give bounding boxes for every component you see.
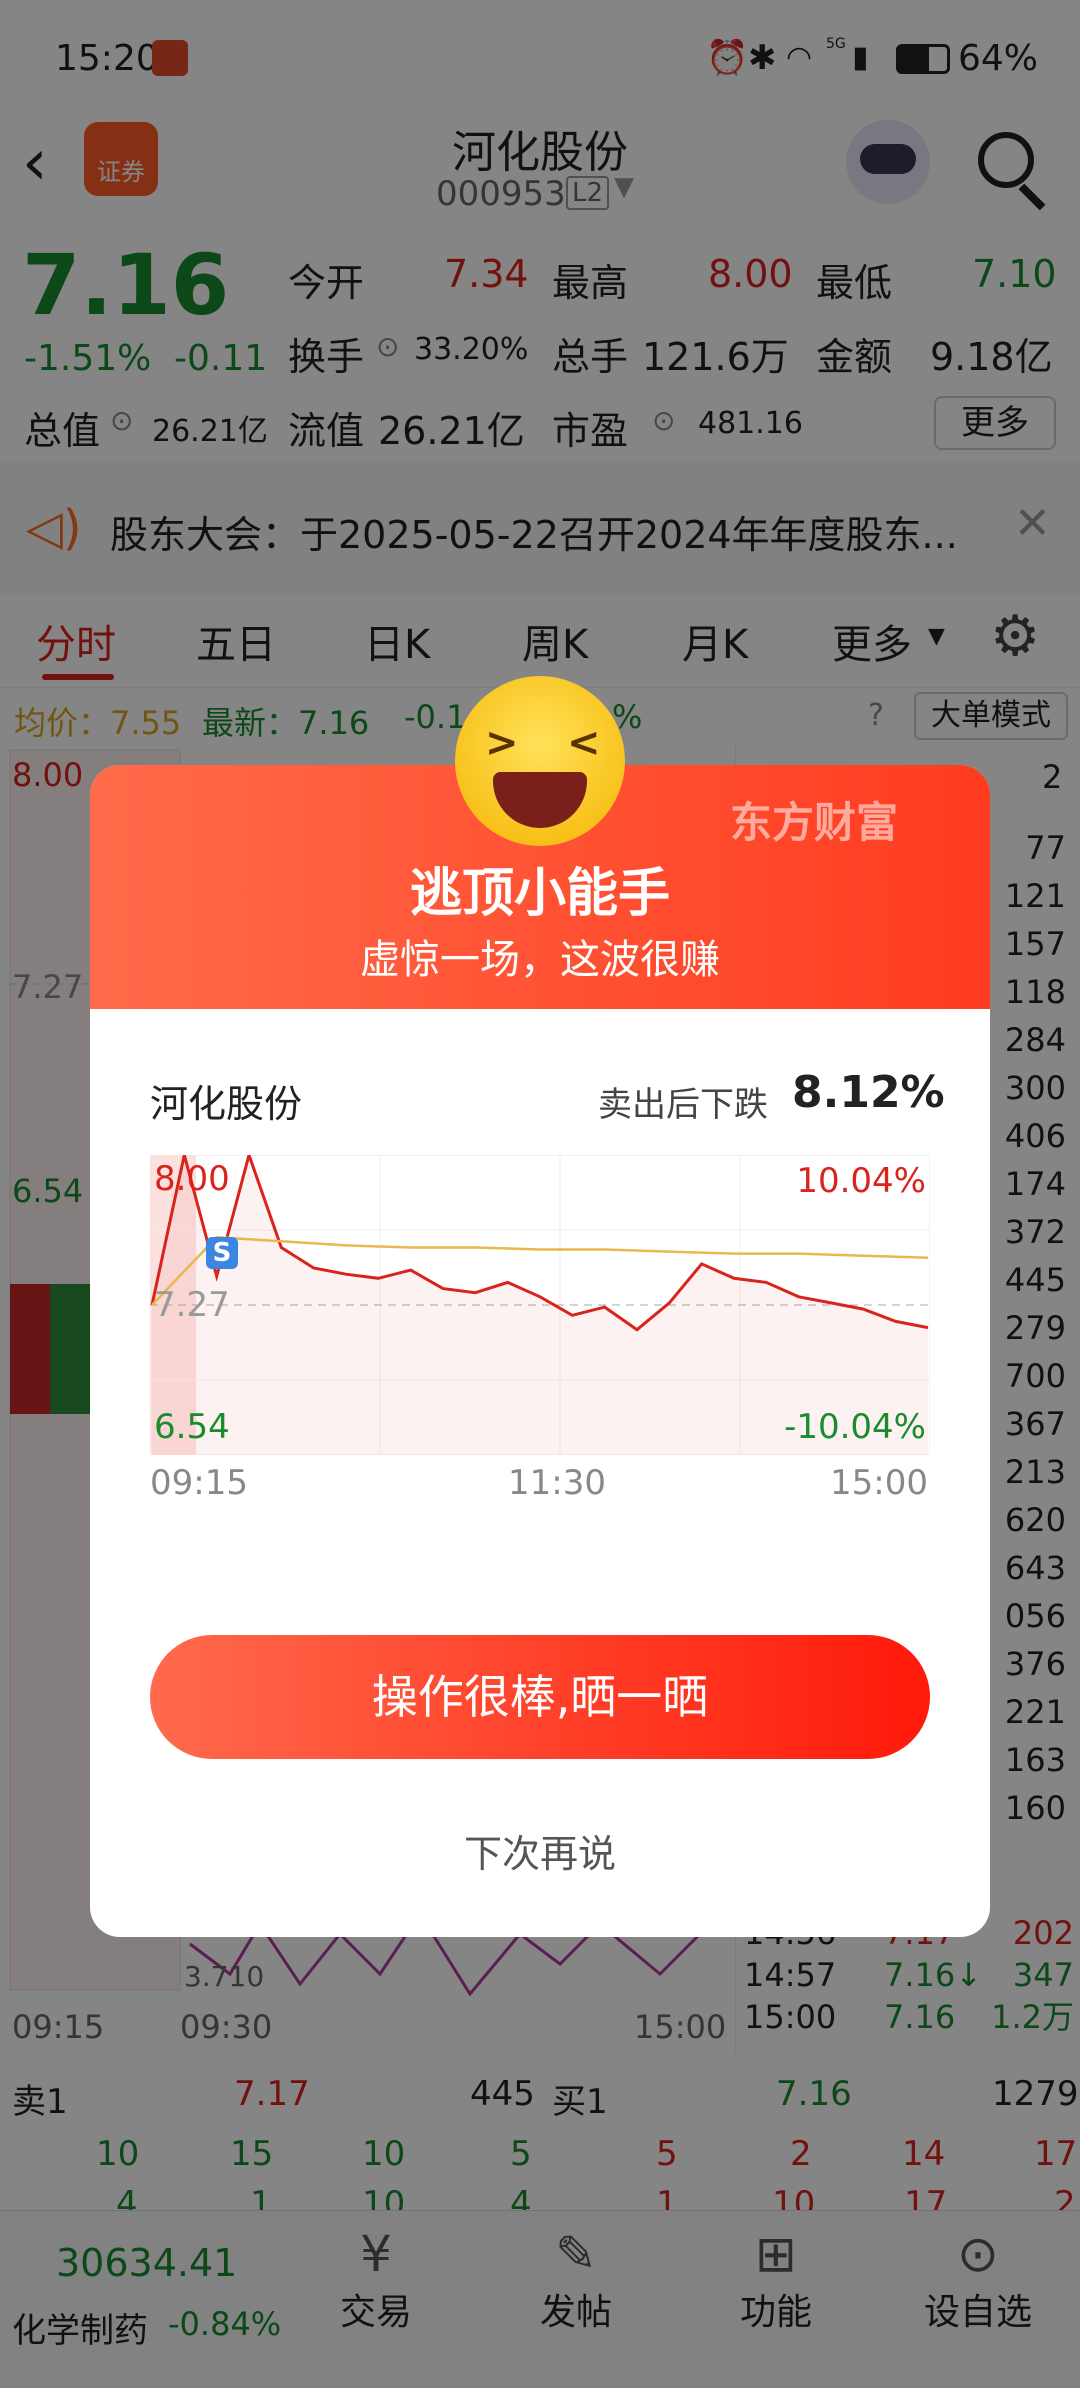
modal-title: 逃顶小能手: [409, 864, 670, 924]
share-button[interactable]: 操作很棒,晒一晒: [150, 1635, 930, 1759]
chart-time-end: 15:00: [830, 1463, 928, 1503]
chart-bottom-left: 6.54: [154, 1407, 230, 1447]
modal-chart: 8.00 7.27 6.54 10.04% -10.04% S: [149, 1149, 931, 1456]
screen: 15:20 ⏰ ✱ ◠ 5G ▮ 64% ‹ 证券 河化股份 000953 L2…: [0, 0, 1080, 2388]
emoji-eye-left: >: [485, 720, 519, 766]
sell-marker-icon: S: [206, 1237, 238, 1269]
chart-top-left: 8.00: [154, 1159, 230, 1199]
achievement-modal: 东方财富 逃顶小能手 虚惊一场，这波很赚 河化股份 卖出后下跌 8.12% 8.…: [90, 765, 990, 1937]
brand-watermark: 东方财富: [730, 798, 899, 847]
dismiss-button[interactable]: 下次再说: [90, 1823, 990, 1878]
emoji-eye-right: <: [567, 720, 601, 766]
chart-time-start: 09:15: [150, 1463, 248, 1503]
modal-subtitle: 虚惊一场，这波很赚: [360, 937, 720, 983]
drop-value: 8.12%: [792, 1067, 945, 1118]
chart-bottom-right: -10.04%: [784, 1407, 926, 1447]
chart-time-mid: 11:30: [508, 1463, 606, 1503]
emoji-mouth: [493, 772, 587, 828]
laughing-emoji-icon: > <: [455, 676, 625, 846]
chart-mid-left: 7.27: [154, 1285, 230, 1325]
drop-label: 卖出后下跌: [598, 1085, 768, 1125]
chart-top-right: 10.04%: [796, 1161, 926, 1201]
modal-stock-name: 河化股份: [150, 1082, 303, 1126]
